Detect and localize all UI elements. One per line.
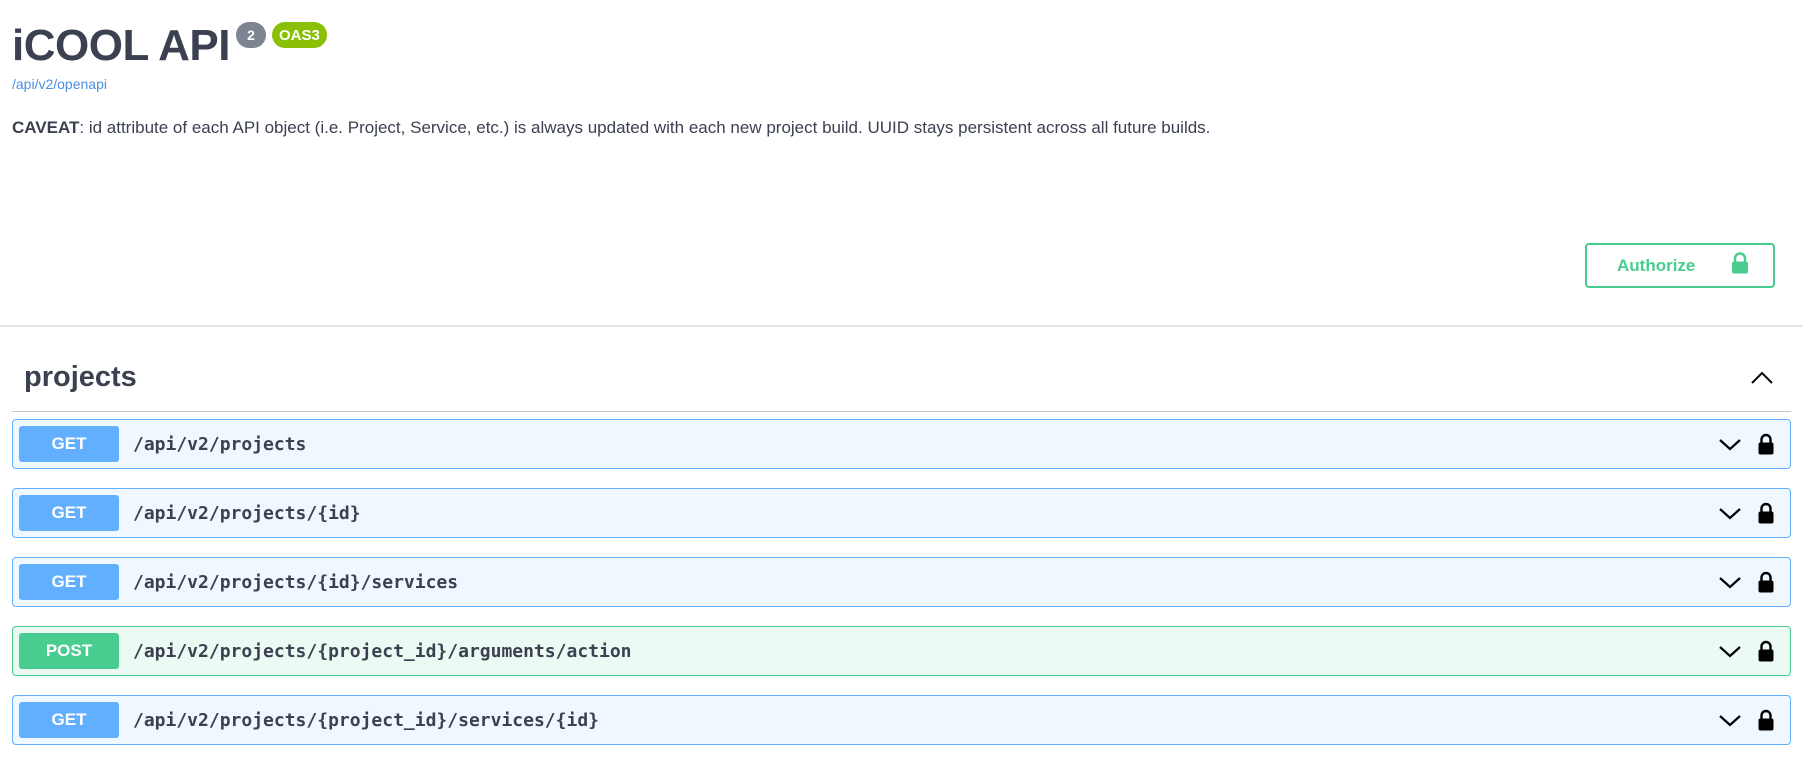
operations-list: GET /api/v2/projects GET /api/v2/project… (12, 412, 1791, 745)
operation-row[interactable]: POST /api/v2/projects/{project_id}/argum… (12, 626, 1791, 676)
chevron-up-icon[interactable] (1749, 368, 1775, 386)
operation-row[interactable]: GET /api/v2/projects (12, 419, 1791, 469)
chevron-down-icon[interactable] (1718, 505, 1742, 521)
method-badge[interactable]: GET (19, 426, 119, 462)
lock-icon[interactable] (1758, 709, 1774, 731)
authorize-button[interactable]: Authorize (1585, 243, 1775, 288)
operation-path[interactable]: /api/v2/projects/{project_id}/services/{… (133, 710, 1718, 731)
caveat-label: CAVEAT (12, 118, 80, 137)
operation-path[interactable]: /api/v2/projects/{id}/services (133, 572, 1718, 593)
operation-icons (1718, 640, 1774, 662)
chevron-down-icon[interactable] (1718, 574, 1742, 590)
lock-icon[interactable] (1758, 433, 1774, 455)
method-badge[interactable]: GET (19, 702, 119, 738)
oas-badge: OAS3 (271, 22, 327, 48)
method-badge[interactable]: POST (19, 633, 119, 669)
tag-header[interactable]: projects (12, 325, 1791, 412)
operation-path[interactable]: /api/v2/projects/{project_id}/arguments/… (133, 641, 1718, 662)
badges: 2 OAS3 (235, 22, 327, 48)
api-title: iCOOL API (12, 21, 230, 70)
operation-icons (1718, 571, 1774, 593)
authorize-label: Authorize (1617, 255, 1696, 275)
openapi-spec-link[interactable]: /api/v2/openapi (12, 76, 1791, 92)
tag-title[interactable]: projects (24, 361, 137, 394)
operation-row[interactable]: GET /api/v2/projects/{project_id}/servic… (12, 695, 1791, 745)
tag-section-projects: projects GET /api/v2/projects GET /api/v… (0, 325, 1803, 745)
lock-icon[interactable] (1758, 571, 1774, 593)
chevron-down-icon[interactable] (1718, 712, 1742, 728)
operation-icons (1718, 433, 1774, 455)
operation-path[interactable]: /api/v2/projects/{id} (133, 503, 1718, 524)
lock-icon (1731, 252, 1749, 279)
lock-icon[interactable] (1758, 502, 1774, 524)
chevron-down-icon[interactable] (1718, 643, 1742, 659)
operation-path[interactable]: /api/v2/projects (133, 434, 1718, 455)
caveat-text: : id attribute of each API object (i.e. … (79, 118, 1211, 137)
section-divider (0, 325, 1803, 327)
api-info: iCOOL API 2 OAS3 /api/v2/openapi CAVEAT:… (0, 0, 1803, 325)
title-row: iCOOL API 2 OAS3 (12, 20, 1791, 72)
api-description: CAVEAT: id attribute of each API object … (12, 118, 1791, 138)
chevron-down-icon[interactable] (1718, 436, 1742, 452)
lock-icon[interactable] (1758, 640, 1774, 662)
operation-icons (1718, 709, 1774, 731)
method-badge[interactable]: GET (19, 495, 119, 531)
version-badge: 2 (235, 22, 266, 48)
operation-icons (1718, 502, 1774, 524)
operation-row[interactable]: GET /api/v2/projects/{id}/services (12, 557, 1791, 607)
method-badge[interactable]: GET (19, 564, 119, 600)
operation-row[interactable]: GET /api/v2/projects/{id} (12, 488, 1791, 538)
